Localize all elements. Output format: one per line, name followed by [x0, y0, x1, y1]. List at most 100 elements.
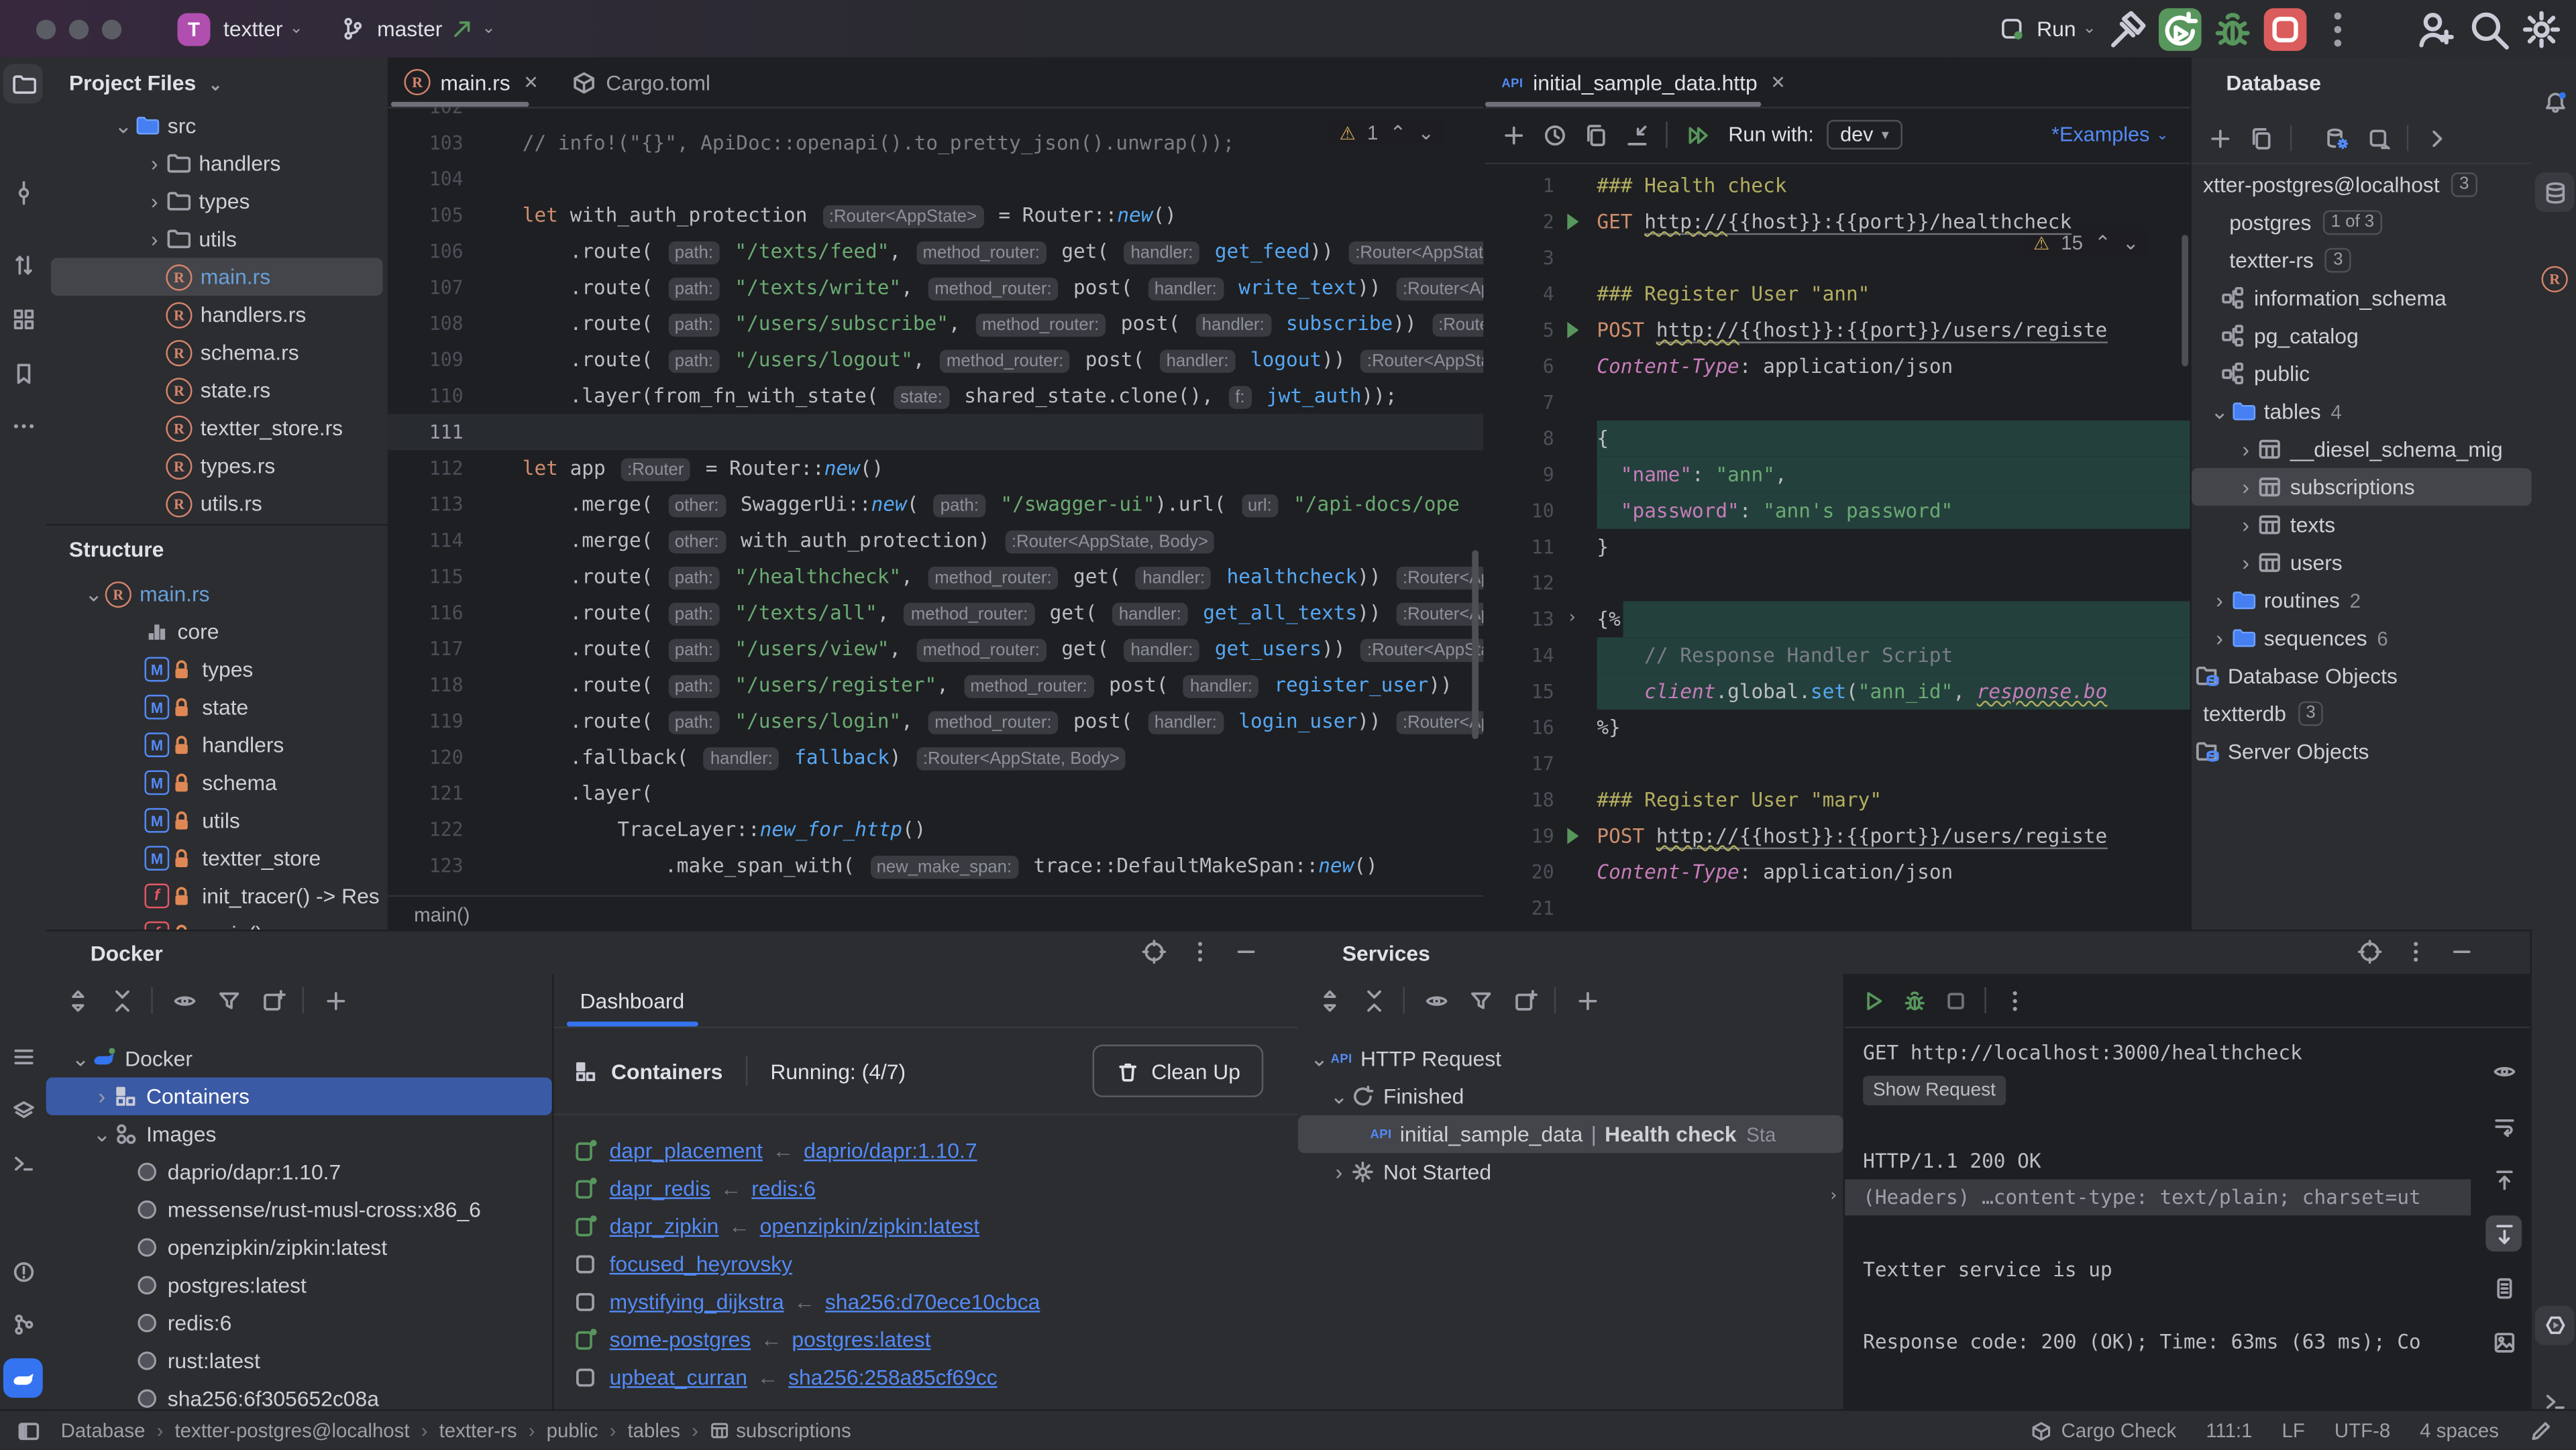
code-line-121[interactable]: 121 .layer( [388, 775, 1483, 812]
history-icon[interactable] [1543, 122, 1568, 147]
code-line-119[interactable]: 119 .route( path: "/users/login", method… [388, 703, 1483, 739]
chevron-down-icon[interactable]: ⌄ [1307, 1046, 1330, 1072]
status-utf-8[interactable]: UTF-8 [2334, 1419, 2390, 1442]
http-line-9[interactable]: 9 "name": "ann", [1485, 457, 2192, 493]
container-name-link[interactable]: dapr_zipkin [610, 1214, 719, 1239]
tree-item-schema[interactable]: Mschema [46, 764, 388, 801]
code-line-106[interactable]: 106 .route( path: "/texts/feed", method_… [388, 233, 1483, 270]
http-line-21[interactable]: 21 [1485, 890, 2192, 926]
tree-item-state[interactable]: Mstate [46, 688, 388, 726]
debug-bug-icon[interactable] [2211, 7, 2254, 50]
rail-git-icon[interactable] [3, 1304, 43, 1343]
chevron-right-icon[interactable]: › [2208, 626, 2231, 651]
code-line-109[interactable]: 109 .route( path: "/users/logout", metho… [388, 341, 1483, 378]
rail-bookmarks-icon[interactable] [3, 353, 43, 393]
tree-item-http-request[interactable]: ⌄APIHTTP Request [1298, 1040, 1843, 1077]
copy-icon[interactable] [1584, 122, 1609, 147]
crumb-subscriptions[interactable]: subscriptions [736, 1419, 851, 1442]
http-line-19[interactable]: 19POST http://{{host}}:{{port}}/users/re… [1485, 818, 2192, 854]
minimize-icon[interactable] [1234, 940, 1258, 964]
http-line-12[interactable]: 12 [1485, 565, 2192, 601]
chevron-right-icon[interactable]: › [2235, 437, 2257, 461]
target-icon[interactable] [1142, 940, 1167, 964]
copy-icon[interactable] [2249, 125, 2274, 150]
filter-icon[interactable] [217, 988, 241, 1013]
chevron-right-icon[interactable]: › [2235, 512, 2257, 537]
chevron-right-icon[interactable]: › [91, 1084, 113, 1109]
collapse-icon[interactable] [110, 988, 135, 1013]
search-icon[interactable] [2467, 7, 2510, 50]
more-icon[interactable] [2404, 940, 2428, 964]
examples-link[interactable]: *Examples⌄ [2051, 123, 2169, 146]
close-icon[interactable]: ✕ [523, 72, 539, 93]
container-row-upbeat_curran[interactable]: upbeat_curran←sha256:258a85cf69cc [574, 1358, 1299, 1396]
tree-item-users[interactable]: ›users [2192, 544, 2532, 581]
container-name-link[interactable]: dapr_redis [610, 1176, 710, 1201]
http-line-13[interactable]: 13›{% [1485, 601, 2192, 637]
tree-item-pg-catalog[interactable]: pg_catalog [2192, 317, 2532, 355]
tree-item-images[interactable]: ⌄Images [46, 1115, 552, 1153]
add-icon[interactable] [323, 988, 348, 1013]
code-line-113[interactable]: 113 .merge( other: SwaggerUi::new( path:… [388, 486, 1483, 522]
traffic-light-minimize[interactable] [69, 19, 89, 38]
image-icon[interactable] [2485, 1324, 2522, 1360]
rail-database-icon[interactable] [2535, 172, 2575, 212]
debug-bug-icon[interactable] [1902, 988, 1927, 1013]
more-icon[interactable] [2316, 7, 2359, 50]
code-line-112[interactable]: 112let app :Router = Router::new() [388, 450, 1483, 486]
crumb-textter-rs[interactable]: textter-rs [439, 1419, 517, 1442]
container-row-mystifying_dijkstra[interactable]: mystifying_dijkstra←sha256:d70ece10cbca [574, 1283, 1299, 1321]
tree-item-rust-latest[interactable]: rust:latest [46, 1342, 552, 1380]
tree-item-xtter-postgres-localhost[interactable]: xtter-postgres@localhost3 [2192, 166, 2532, 203]
project-name[interactable]: textter [223, 16, 282, 41]
http-line-14[interactable]: 14 // Response Handler Script [1485, 637, 2192, 673]
tree-item-docker[interactable]: ⌄Docker [46, 1040, 552, 1077]
code-line-122[interactable]: 122 TraceLayer::new_for_http() [388, 812, 1483, 848]
http-line-4[interactable]: 4### Register User "ann" [1485, 276, 2192, 312]
prev-issue-icon[interactable]: ⌃ [1390, 121, 1407, 144]
code-line-104[interactable]: 104 [388, 161, 1483, 197]
tree-item-textter-store[interactable]: Mtextter_store [46, 839, 388, 877]
code-line-108[interactable]: 108 .route( path: "/users/subscribe", me… [388, 306, 1483, 342]
code-line-110[interactable]: 110 .layer(from_fn_with_state( state: sh… [388, 378, 1483, 414]
rail-docker-icon[interactable] [3, 1358, 43, 1398]
tree-item-sequences[interactable]: ›sequences6 [2192, 619, 2532, 657]
code-line-117[interactable]: 117 .route( path: "/users/view", method_… [388, 630, 1483, 667]
container-name-link[interactable]: mystifying_dijkstra [610, 1289, 784, 1314]
tab-http-file[interactable]: APIinitial_sample_data.http✕ [1485, 58, 1802, 107]
editor-scrollbar[interactable] [1472, 550, 1479, 739]
rail-hex-play-icon[interactable] [2535, 1306, 2575, 1345]
code-line-102[interactable]: 102 [388, 107, 1483, 125]
tree-item-main-rs[interactable]: Rmain.rs [51, 258, 383, 295]
http-line-10[interactable]: 10 "password": "ann's password" [1485, 493, 2192, 529]
chevron-right-icon[interactable]: › [1328, 1160, 1350, 1184]
container-row-focused_heyrovsky[interactable]: focused_heyrovsky [574, 1245, 1299, 1282]
tree-item-core[interactable]: core [46, 612, 388, 650]
http-line-6[interactable]: 6Content-Type: application/json [1485, 348, 2192, 384]
tree-item-schema-rs[interactable]: Rschema.rs [46, 333, 388, 371]
status-4-spaces[interactable]: 4 spaces [2420, 1419, 2499, 1442]
breadcrumb[interactable]: main() [388, 895, 1483, 930]
eye-icon[interactable] [172, 988, 197, 1013]
tree-item-textter-rs[interactable]: textter-rs3 [2192, 241, 2532, 279]
http-line-5[interactable]: 5POST http://{{host}}:{{port}}/users/reg… [1485, 312, 2192, 348]
code-line-118[interactable]: 118 .route( path: "/users/register", met… [388, 667, 1483, 703]
expand-icon[interactable] [1318, 988, 1342, 1013]
tree-item-finished[interactable]: ⌄Finished [1298, 1078, 1843, 1115]
tree-item-initial-sample-data[interactable]: APIinitial_sample_data | Health checkSta [1298, 1115, 1843, 1153]
tree-item-information-schema[interactable]: information_schema [2192, 279, 2532, 317]
http-line-15[interactable]: 15 client.global.set("ann_id", response.… [1485, 673, 2192, 710]
filter-icon[interactable] [1468, 988, 1493, 1013]
crumb-public[interactable]: public [547, 1419, 598, 1442]
code-line-123[interactable]: 123 .make_span_with( new_make_span: trac… [388, 848, 1483, 884]
tree-item-messense-rust-musl-cross-x86-6[interactable]: messense/rust-musl-cross:x86_6 [46, 1191, 552, 1229]
close-icon[interactable]: ✕ [1770, 72, 1786, 93]
add-icon[interactable] [1501, 122, 1526, 147]
rail-run-icon[interactable] [3, 1197, 43, 1237]
container-name-link[interactable]: upbeat_curran [610, 1365, 747, 1390]
scroll-top-icon[interactable] [2485, 1161, 2522, 1197]
http-line-8[interactable]: 8{ [1485, 421, 2192, 457]
rail-list-icon[interactable] [3, 1036, 43, 1076]
db-settings-icon[interactable] [2324, 125, 2349, 150]
code-line-105[interactable]: 105let with_auth_protection :Router<AppS… [388, 197, 1483, 233]
